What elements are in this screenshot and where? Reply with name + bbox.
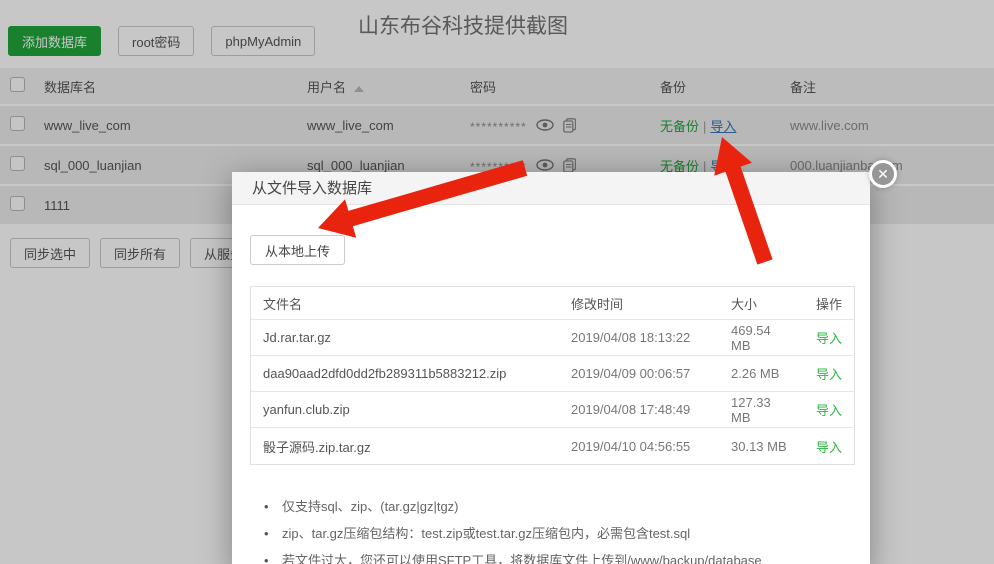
- file-size: 30.13 MB: [731, 439, 792, 454]
- file-name: daa90aad2dfd0dd2fb289311b5883212.zip: [263, 366, 571, 381]
- file-name: 骰子源码.zip.tar.gz: [263, 437, 571, 456]
- file-table: 文件名 修改时间 大小 操作 Jd.rar.tar.gz 2019/04/08 …: [250, 286, 855, 465]
- close-icon: ✕: [877, 167, 889, 181]
- file-name: yanfun.club.zip: [263, 402, 571, 417]
- file-size: 469.54 MB: [731, 323, 792, 353]
- file-import-link[interactable]: 导入: [816, 440, 842, 455]
- file-row: daa90aad2dfd0dd2fb289311b5883212.zip 201…: [251, 356, 854, 392]
- col-header-filename: 文件名: [263, 294, 571, 313]
- file-size: 2.26 MB: [731, 366, 792, 381]
- note-line: zip、tar.gz压缩包结构：test.zip或test.tar.gz压缩包内…: [260, 520, 855, 547]
- col-header-size: 大小: [731, 294, 792, 313]
- file-table-header: 文件名 修改时间 大小 操作: [251, 287, 854, 320]
- col-header-action: 操作: [792, 294, 842, 313]
- help-notes: 仅支持sql、zip、(tar.gz|gz|tgz) zip、tar.gz压缩包…: [260, 493, 855, 564]
- import-database-modal: 从文件导入数据库 从本地上传 文件名 修改时间 大小 操作 Jd.rar.tar…: [232, 172, 870, 564]
- file-row: 骰子源码.zip.tar.gz 2019/04/10 04:56:55 30.1…: [251, 428, 854, 464]
- modal-header: 从文件导入数据库: [232, 172, 870, 205]
- file-row: yanfun.club.zip 2019/04/08 17:48:49 127.…: [251, 392, 854, 428]
- file-mtime: 2019/04/09 00:06:57: [571, 366, 731, 381]
- upload-local-button[interactable]: 从本地上传: [250, 235, 345, 265]
- file-size: 127.33 MB: [731, 395, 792, 425]
- file-import-link[interactable]: 导入: [816, 403, 842, 418]
- file-import-link[interactable]: 导入: [816, 331, 842, 346]
- file-mtime: 2019/04/10 04:56:55: [571, 439, 731, 454]
- modal-close-button[interactable]: ✕: [869, 160, 897, 188]
- file-name: Jd.rar.tar.gz: [263, 330, 571, 345]
- modal-body: 从本地上传 文件名 修改时间 大小 操作 Jd.rar.tar.gz 2019/…: [232, 205, 870, 564]
- file-mtime: 2019/04/08 18:13:22: [571, 330, 731, 345]
- file-row: Jd.rar.tar.gz 2019/04/08 18:13:22 469.54…: [251, 320, 854, 356]
- file-mtime: 2019/04/08 17:48:49: [571, 402, 731, 417]
- screen: 添加数据库 root密码 phpMyAdmin 山东布谷科技提供截图 数据库名 …: [0, 0, 994, 564]
- note-line: 若文件过大，您还可以使用SFTP工具，将数据库文件上传到/www/backup/…: [260, 547, 855, 564]
- modal-title: 从文件导入数据库: [252, 180, 372, 197]
- file-import-link[interactable]: 导入: [816, 367, 842, 382]
- col-header-mtime: 修改时间: [571, 294, 731, 313]
- note-line: 仅支持sql、zip、(tar.gz|gz|tgz): [260, 493, 855, 520]
